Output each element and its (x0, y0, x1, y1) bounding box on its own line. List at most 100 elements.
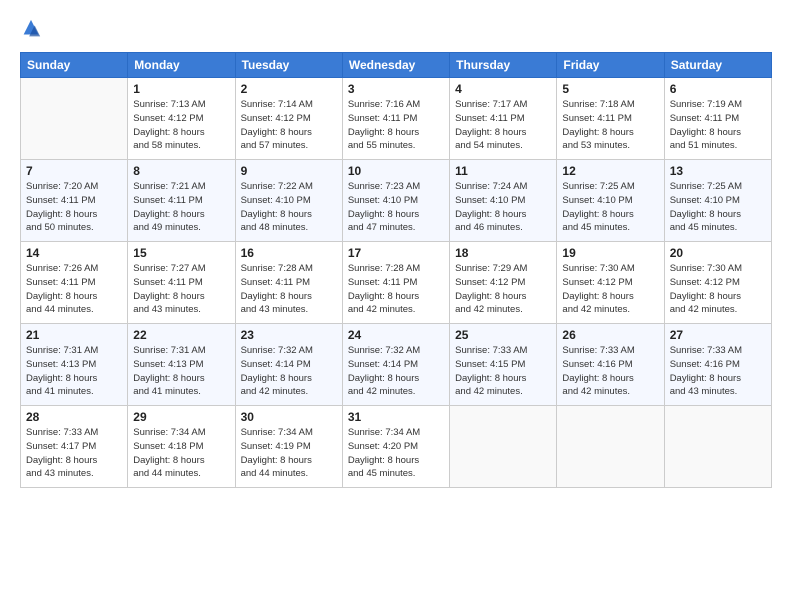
day-number: 3 (348, 82, 444, 96)
day-info: Sunrise: 7:29 AM Sunset: 4:12 PM Dayligh… (455, 262, 551, 317)
day-cell: 22 Sunrise: 7:31 AM Sunset: 4:13 PM Dayli… (128, 324, 235, 406)
day-info: Sunrise: 7:18 AM Sunset: 4:11 PM Dayligh… (562, 98, 658, 153)
header-row: SundayMondayTuesdayWednesdayThursdayFrid… (21, 53, 772, 78)
header-cell-wednesday: Wednesday (342, 53, 449, 78)
week-row-1: 7Sunrise: 7:20 AM Sunset: 4:11 PM Daylig… (21, 160, 772, 242)
day-info: Sunrise: 7:13 AM Sunset: 4:12 PM Dayligh… (133, 98, 229, 153)
day-info: Sunrise: 7:25 AM Sunset: 4:10 PM Dayligh… (670, 180, 766, 235)
day-number: 11 (455, 164, 551, 178)
day-info: Sunrise: 7:31 AM Sunset: 4:13 PM Dayligh… (26, 344, 122, 399)
day-number: 28 (26, 410, 122, 424)
day-cell: 10Sunrise: 7:23 AM Sunset: 4:10 PM Dayli… (342, 160, 449, 242)
day-number: 22 (133, 328, 229, 342)
day-cell (21, 78, 128, 160)
logo (20, 18, 46, 40)
day-info: Sunrise: 7:26 AM Sunset: 4:11 PM Dayligh… (26, 262, 122, 317)
week-row-4: 28 Sunrise: 7:33 AM Sunset: 4:17 PM Dayli… (21, 406, 772, 488)
day-info: Sunrise: 7:17 AM Sunset: 4:11 PM Dayligh… (455, 98, 551, 153)
week-row-2: 14 Sunrise: 7:26 AM Sunset: 4:11 PM Dayli… (21, 242, 772, 324)
day-info: Sunrise: 7:14 AM Sunset: 4:12 PM Dayligh… (241, 98, 337, 153)
day-info: Sunrise: 7:22 AM Sunset: 4:10 PM Dayligh… (241, 180, 337, 235)
header-cell-saturday: Saturday (664, 53, 771, 78)
header (20, 18, 772, 40)
day-info: Sunrise: 7:34 AM Sunset: 4:19 PM Dayligh… (241, 426, 337, 481)
day-cell: 28 Sunrise: 7:33 AM Sunset: 4:17 PM Dayli… (21, 406, 128, 488)
week-row-3: 21 Sunrise: 7:31 AM Sunset: 4:13 PM Dayli… (21, 324, 772, 406)
week-row-0: 1Sunrise: 7:13 AM Sunset: 4:12 PM Daylig… (21, 78, 772, 160)
day-cell: 5Sunrise: 7:18 AM Sunset: 4:11 PM Daylig… (557, 78, 664, 160)
day-number: 29 (133, 410, 229, 424)
day-info: Sunrise: 7:30 AM Sunset: 4:12 PM Dayligh… (562, 262, 658, 317)
day-cell: 8Sunrise: 7:21 AM Sunset: 4:11 PM Daylig… (128, 160, 235, 242)
day-info: Sunrise: 7:16 AM Sunset: 4:11 PM Dayligh… (348, 98, 444, 153)
day-cell: 30 Sunrise: 7:34 AM Sunset: 4:19 PM Dayli… (235, 406, 342, 488)
header-cell-tuesday: Tuesday (235, 53, 342, 78)
day-cell: 21 Sunrise: 7:31 AM Sunset: 4:13 PM Dayli… (21, 324, 128, 406)
day-info: Sunrise: 7:27 AM Sunset: 4:11 PM Dayligh… (133, 262, 229, 317)
day-cell (557, 406, 664, 488)
day-info: Sunrise: 7:21 AM Sunset: 4:11 PM Dayligh… (133, 180, 229, 235)
day-cell: 7Sunrise: 7:20 AM Sunset: 4:11 PM Daylig… (21, 160, 128, 242)
day-number: 4 (455, 82, 551, 96)
header-cell-friday: Friday (557, 53, 664, 78)
day-info: Sunrise: 7:32 AM Sunset: 4:14 PM Dayligh… (241, 344, 337, 399)
day-number: 14 (26, 246, 122, 260)
day-info: Sunrise: 7:33 AM Sunset: 4:17 PM Dayligh… (26, 426, 122, 481)
day-info: Sunrise: 7:33 AM Sunset: 4:16 PM Dayligh… (670, 344, 766, 399)
day-cell: 20Sunrise: 7:30 AM Sunset: 4:12 PM Dayli… (664, 242, 771, 324)
day-cell: 3 Sunrise: 7:16 AM Sunset: 4:11 PM Daylig… (342, 78, 449, 160)
day-info: Sunrise: 7:33 AM Sunset: 4:15 PM Dayligh… (455, 344, 551, 399)
day-number: 18 (455, 246, 551, 260)
day-cell: 4 Sunrise: 7:17 AM Sunset: 4:11 PM Daylig… (450, 78, 557, 160)
day-number: 21 (26, 328, 122, 342)
day-number: 31 (348, 410, 444, 424)
day-info: Sunrise: 7:33 AM Sunset: 4:16 PM Dayligh… (562, 344, 658, 399)
day-cell: 27Sunrise: 7:33 AM Sunset: 4:16 PM Dayli… (664, 324, 771, 406)
calendar-table: SundayMondayTuesdayWednesdayThursdayFrid… (20, 52, 772, 488)
day-cell: 1Sunrise: 7:13 AM Sunset: 4:12 PM Daylig… (128, 78, 235, 160)
day-cell: 26 Sunrise: 7:33 AM Sunset: 4:16 PM Dayli… (557, 324, 664, 406)
logo-icon (20, 18, 42, 40)
day-number: 12 (562, 164, 658, 178)
day-cell: 24 Sunrise: 7:32 AM Sunset: 4:14 PM Dayli… (342, 324, 449, 406)
day-cell: 17 Sunrise: 7:28 AM Sunset: 4:11 PM Dayli… (342, 242, 449, 324)
day-info: Sunrise: 7:23 AM Sunset: 4:10 PM Dayligh… (348, 180, 444, 235)
day-cell: 19 Sunrise: 7:30 AM Sunset: 4:12 PM Dayli… (557, 242, 664, 324)
day-cell: 15Sunrise: 7:27 AM Sunset: 4:11 PM Dayli… (128, 242, 235, 324)
day-cell: 12Sunrise: 7:25 AM Sunset: 4:10 PM Dayli… (557, 160, 664, 242)
day-info: Sunrise: 7:32 AM Sunset: 4:14 PM Dayligh… (348, 344, 444, 399)
header-cell-sunday: Sunday (21, 53, 128, 78)
day-info: Sunrise: 7:24 AM Sunset: 4:10 PM Dayligh… (455, 180, 551, 235)
day-number: 24 (348, 328, 444, 342)
day-info: Sunrise: 7:19 AM Sunset: 4:11 PM Dayligh… (670, 98, 766, 153)
day-info: Sunrise: 7:30 AM Sunset: 4:12 PM Dayligh… (670, 262, 766, 317)
day-cell: 9 Sunrise: 7:22 AM Sunset: 4:10 PM Daylig… (235, 160, 342, 242)
day-info: Sunrise: 7:34 AM Sunset: 4:18 PM Dayligh… (133, 426, 229, 481)
header-cell-thursday: Thursday (450, 53, 557, 78)
header-cell-monday: Monday (128, 53, 235, 78)
day-cell (664, 406, 771, 488)
day-number: 6 (670, 82, 766, 96)
day-cell: 23 Sunrise: 7:32 AM Sunset: 4:14 PM Dayli… (235, 324, 342, 406)
day-number: 13 (670, 164, 766, 178)
day-number: 23 (241, 328, 337, 342)
day-number: 9 (241, 164, 337, 178)
day-cell: 29 Sunrise: 7:34 AM Sunset: 4:18 PM Dayli… (128, 406, 235, 488)
day-number: 26 (562, 328, 658, 342)
day-number: 19 (562, 246, 658, 260)
day-cell: 14 Sunrise: 7:26 AM Sunset: 4:11 PM Dayli… (21, 242, 128, 324)
day-number: 25 (455, 328, 551, 342)
day-number: 30 (241, 410, 337, 424)
day-cell: 2Sunrise: 7:14 AM Sunset: 4:12 PM Daylig… (235, 78, 342, 160)
day-cell: 16 Sunrise: 7:28 AM Sunset: 4:11 PM Dayli… (235, 242, 342, 324)
day-number: 7 (26, 164, 122, 178)
day-info: Sunrise: 7:31 AM Sunset: 4:13 PM Dayligh… (133, 344, 229, 399)
day-info: Sunrise: 7:28 AM Sunset: 4:11 PM Dayligh… (348, 262, 444, 317)
day-cell (450, 406, 557, 488)
day-info: Sunrise: 7:34 AM Sunset: 4:20 PM Dayligh… (348, 426, 444, 481)
day-number: 17 (348, 246, 444, 260)
day-number: 16 (241, 246, 337, 260)
page: SundayMondayTuesdayWednesdayThursdayFrid… (0, 0, 792, 612)
day-cell: 18 Sunrise: 7:29 AM Sunset: 4:12 PM Dayli… (450, 242, 557, 324)
day-info: Sunrise: 7:28 AM Sunset: 4:11 PM Dayligh… (241, 262, 337, 317)
